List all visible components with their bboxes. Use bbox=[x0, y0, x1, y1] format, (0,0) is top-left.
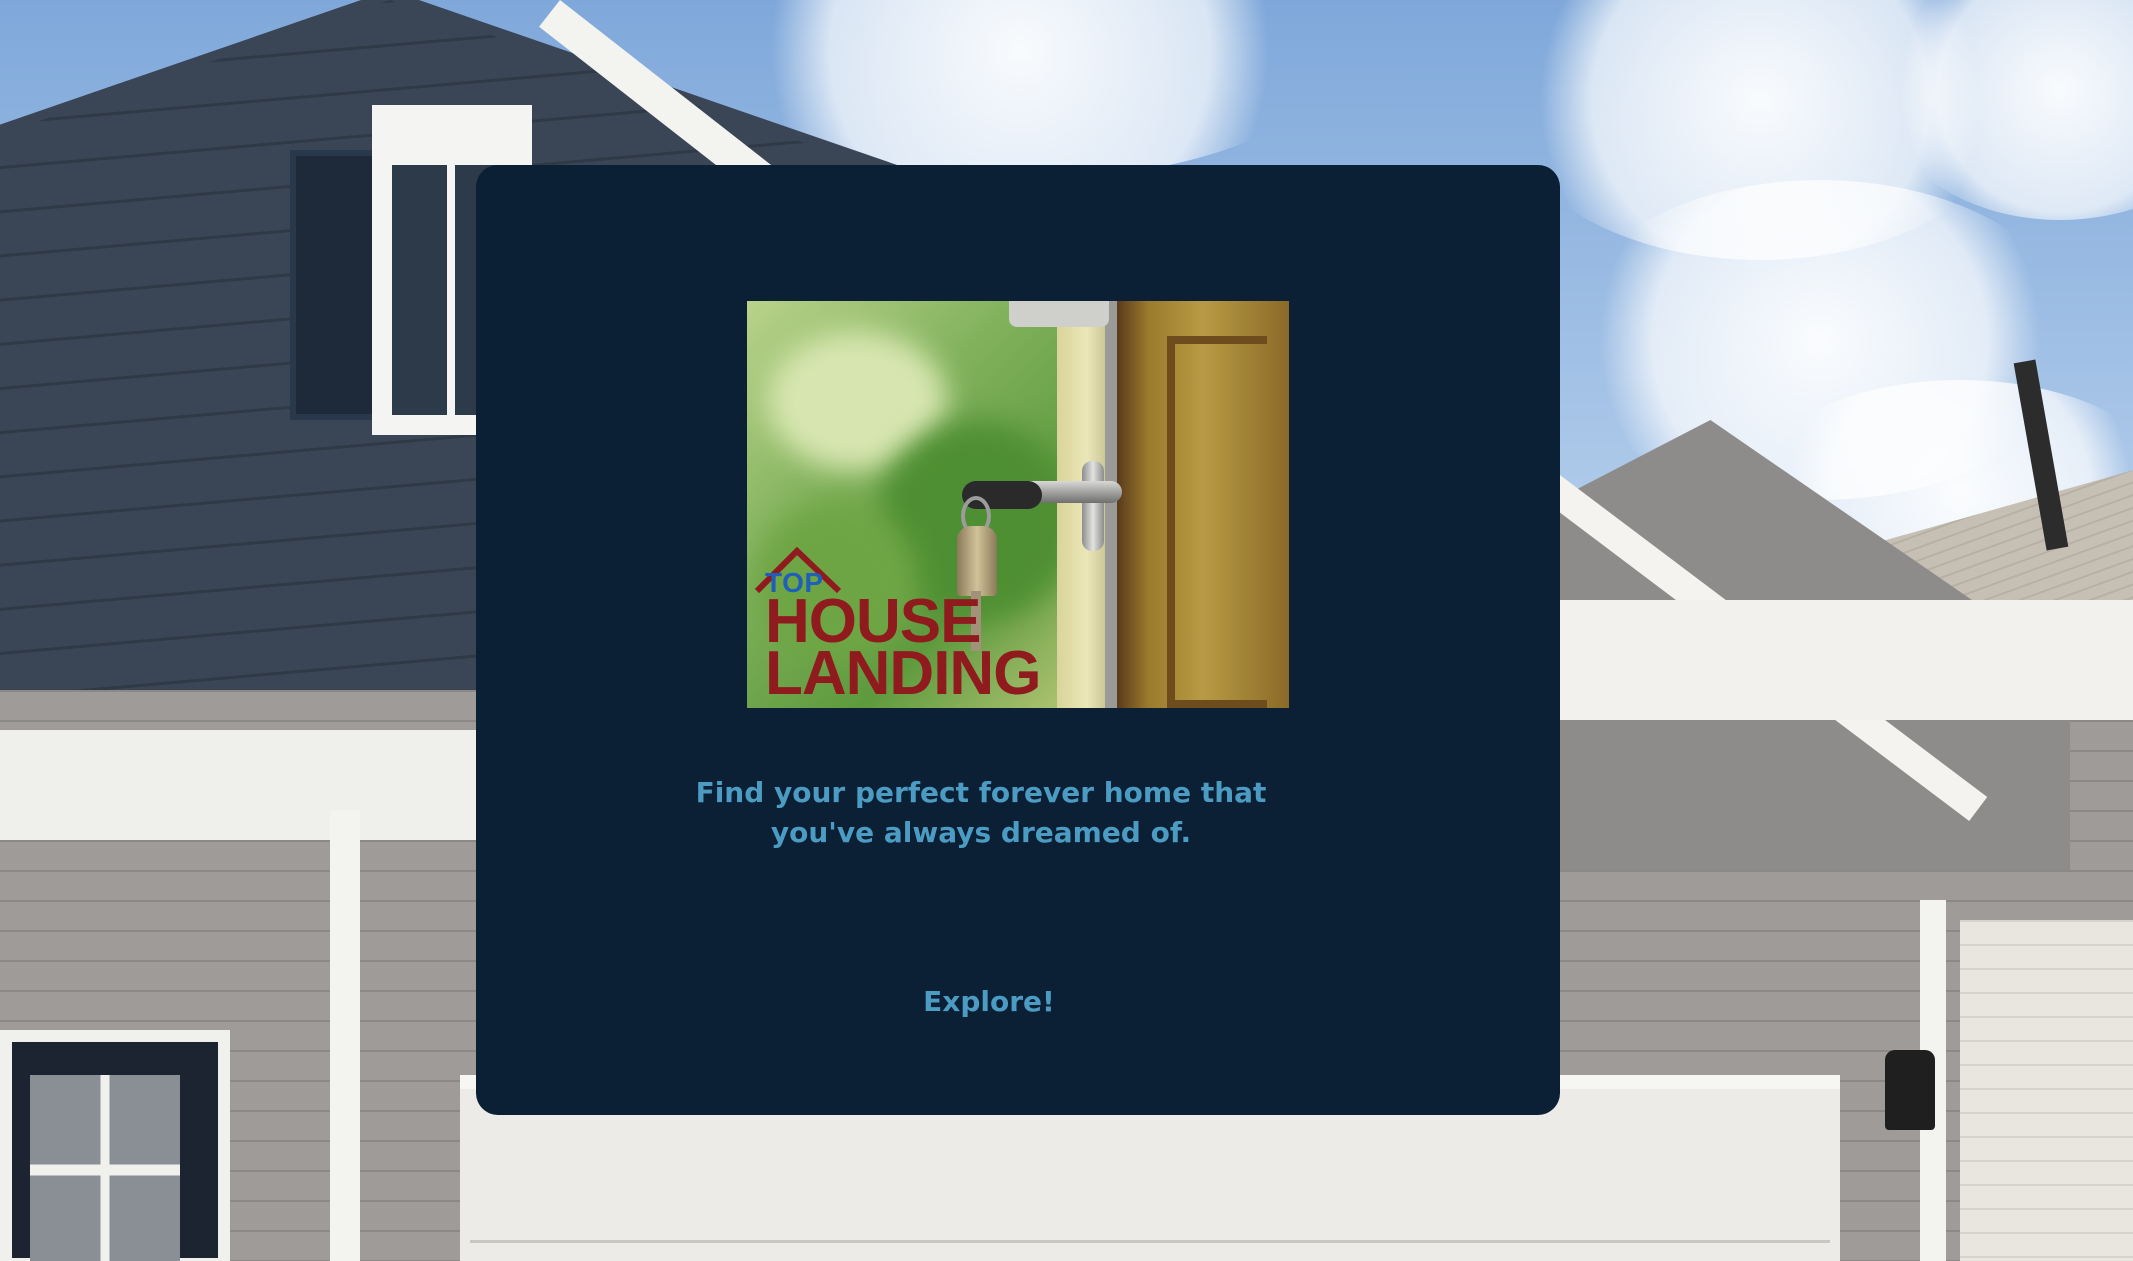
logo-landing-text: LANDING bbox=[765, 639, 1041, 708]
tagline-line-1: Find your perfect forever home that bbox=[695, 776, 1267, 809]
front-door-glass bbox=[30, 1075, 180, 1261]
deadbolt bbox=[1009, 301, 1109, 327]
hero-image: TOP HOUSE LANDING bbox=[747, 301, 1289, 708]
wall-lamp-icon bbox=[1885, 1050, 1935, 1130]
door-handle-rose bbox=[1082, 461, 1104, 551]
landing-card: TOP HOUSE LANDING Find your perfect fore… bbox=[476, 165, 1560, 1115]
porch-pillar bbox=[330, 810, 360, 1261]
garage-door-line bbox=[470, 1240, 1830, 1243]
tagline-line-2: you've always dreamed of. bbox=[770, 816, 1192, 849]
logo-top-house-landing: TOP HOUSE LANDING bbox=[751, 545, 1111, 708]
siding-right bbox=[1960, 920, 2133, 1261]
tagline: Find your perfect forever home that you'… bbox=[476, 773, 1486, 853]
door-panel bbox=[1167, 336, 1267, 708]
explore-button[interactable]: Explore! bbox=[909, 980, 1069, 1024]
eave-left bbox=[0, 730, 520, 840]
eave-right bbox=[1500, 600, 2133, 720]
window-shutter bbox=[290, 150, 380, 420]
